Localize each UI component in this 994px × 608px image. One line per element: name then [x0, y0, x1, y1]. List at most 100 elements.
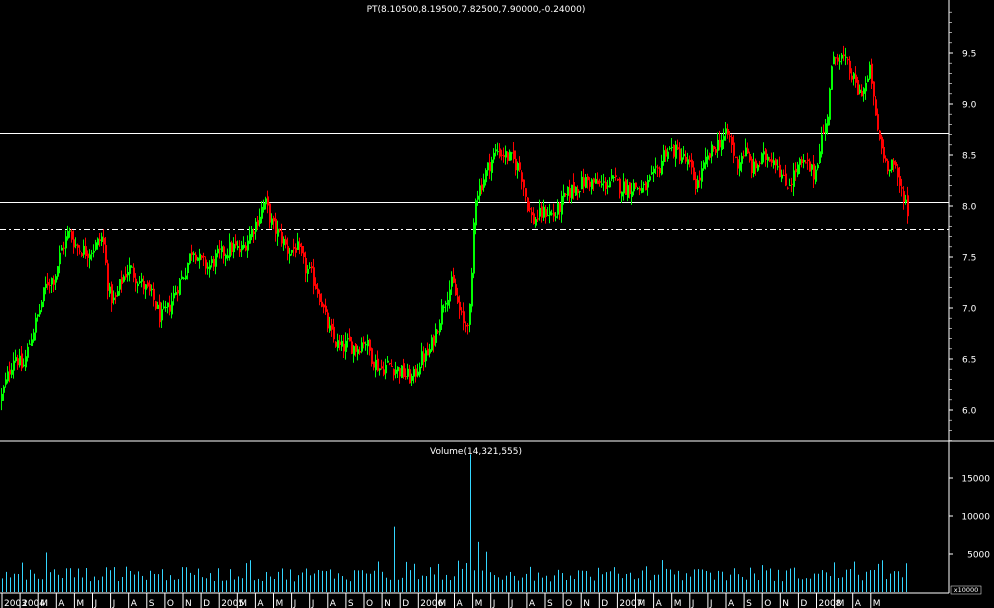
volume-multiplier-label: x10000 — [954, 586, 979, 594]
volume-bar — [702, 569, 703, 592]
candle-body — [145, 284, 147, 290]
volume-bar — [122, 577, 123, 592]
volume-bar — [790, 568, 791, 592]
volume-tick-label: 15000 — [961, 475, 990, 485]
candle-body — [241, 245, 243, 251]
candle-body — [359, 350, 361, 353]
candle-body — [135, 278, 137, 284]
volume-bar — [286, 579, 287, 592]
volume-bar — [554, 575, 555, 592]
candle-body — [875, 99, 877, 116]
candle-body — [121, 277, 123, 285]
volume-bar — [730, 574, 731, 592]
candle-body — [29, 343, 31, 345]
candle-body — [553, 212, 555, 217]
candle-body — [157, 304, 159, 309]
candle-body — [437, 331, 439, 333]
volume-bar — [146, 579, 147, 592]
volume-bar — [2, 578, 3, 592]
time-tick-label: A — [529, 599, 536, 608]
volume-bar — [210, 573, 211, 592]
volume-bar — [262, 580, 263, 592]
candle-body — [209, 265, 211, 270]
candle-body — [563, 192, 565, 198]
candle-body — [113, 297, 115, 301]
volume-bar — [98, 580, 99, 592]
volume-bar — [338, 573, 339, 592]
candle-body — [811, 164, 813, 170]
candle-body — [681, 157, 683, 163]
volume-bar — [666, 568, 667, 592]
volume-bar — [778, 569, 779, 592]
candle-body — [439, 323, 441, 333]
candle-body — [83, 245, 85, 255]
candle-body — [441, 305, 443, 325]
candle-body — [221, 246, 223, 253]
candle-body — [691, 159, 693, 168]
candle-body — [675, 144, 677, 159]
candle-body — [619, 178, 621, 194]
volume-bar — [758, 580, 759, 592]
candle-body — [187, 262, 189, 274]
candle-body — [789, 185, 791, 187]
candle-body — [277, 228, 279, 237]
candle-body — [775, 159, 777, 166]
candle-body — [125, 273, 127, 278]
candle-body — [471, 272, 473, 307]
candle-body — [73, 239, 75, 248]
time-tick-label: A — [131, 599, 138, 608]
volume-bar — [62, 578, 63, 592]
candle-body — [199, 253, 201, 261]
candle-body — [425, 350, 427, 362]
volume-bar — [862, 580, 863, 592]
candle-body — [541, 206, 543, 218]
candle-body — [793, 170, 795, 187]
candle-body — [23, 364, 25, 367]
candle-body — [599, 181, 601, 183]
candle-body — [1, 393, 3, 401]
volume-bar — [722, 571, 723, 592]
volume-bar — [214, 580, 215, 592]
volume-bar — [518, 580, 519, 592]
volume-bar — [194, 574, 195, 592]
candle-body — [589, 181, 591, 187]
candle-body — [825, 123, 827, 134]
candle-body — [791, 183, 793, 185]
candle-body — [341, 340, 343, 347]
candle-body — [639, 188, 641, 191]
candle-body — [649, 176, 651, 181]
candle-body — [173, 293, 175, 299]
candle-body — [211, 259, 213, 264]
volume-bar — [42, 579, 43, 592]
candle-body — [851, 75, 853, 80]
volume-bar — [802, 579, 803, 592]
candle-body — [899, 176, 901, 186]
candle-body — [663, 150, 665, 162]
candle-body — [287, 246, 289, 254]
candle-body — [495, 149, 497, 152]
volume-bar — [846, 569, 847, 592]
volume-bar — [234, 579, 235, 592]
time-tick-label: M — [873, 599, 881, 608]
volume-bar — [442, 579, 443, 592]
candle-body — [421, 351, 423, 366]
candle-body — [159, 301, 161, 323]
volume-bar — [678, 570, 679, 592]
candle-body — [291, 249, 293, 253]
volume-bar — [66, 568, 67, 592]
time-tick-label: N — [185, 599, 192, 608]
candle-body — [91, 252, 93, 254]
candle-body — [749, 153, 751, 161]
candle-body — [719, 139, 721, 148]
candle-body — [243, 244, 245, 248]
candle-body — [607, 185, 609, 188]
candle-body — [867, 78, 869, 82]
candle-body — [385, 364, 387, 374]
candle-body — [387, 360, 389, 363]
volume-bar — [266, 571, 267, 592]
time-tick-label: A — [257, 599, 264, 608]
candle-body — [647, 180, 649, 188]
volume-bar — [774, 580, 775, 592]
candle-body — [511, 152, 513, 154]
candle-body — [307, 268, 309, 274]
